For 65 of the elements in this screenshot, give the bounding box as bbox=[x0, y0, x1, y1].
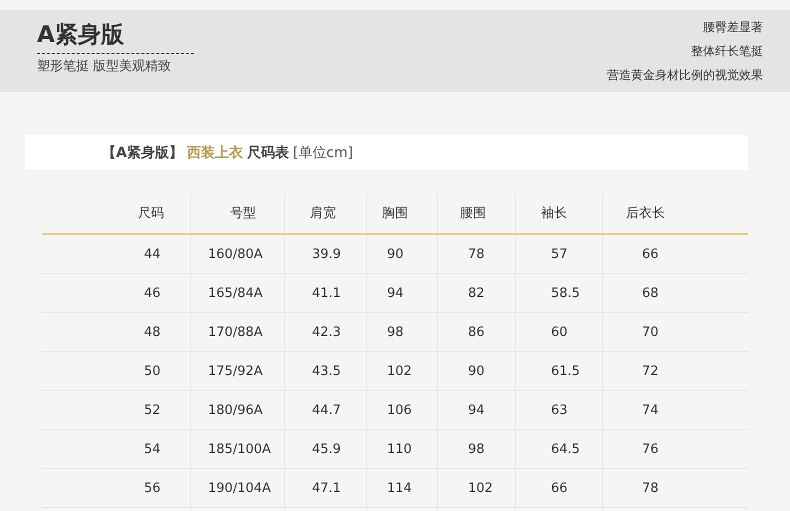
banner-title: A紧身版 bbox=[37, 21, 125, 49]
table-cell: 68 bbox=[642, 286, 659, 300]
table-cell: 86 bbox=[468, 324, 485, 340]
table-cell: 44 bbox=[144, 246, 161, 262]
table-cell: 98 bbox=[468, 442, 485, 456]
column-header: 尺码 bbox=[138, 205, 164, 222]
table-cell: 70 bbox=[642, 324, 659, 340]
product-label: 西装上衣 bbox=[186, 144, 243, 162]
table-cell: 90 bbox=[387, 246, 404, 262]
table-cell: 56 bbox=[144, 480, 161, 496]
banner-note: 整体纤长笔挺 bbox=[690, 43, 763, 60]
table-cell: 78 bbox=[468, 246, 485, 262]
table-cell: 98 bbox=[387, 324, 404, 340]
column-header: 肩宽 bbox=[310, 205, 336, 222]
table-cell: 190/104A bbox=[208, 480, 271, 496]
table-cell: 165/84A bbox=[208, 286, 263, 300]
table-cell: 47.1 bbox=[312, 480, 341, 496]
column-header: 胸围 bbox=[382, 205, 408, 222]
column-header: 号型 bbox=[230, 205, 256, 222]
banner-note: 腰臀差显著 bbox=[702, 19, 763, 36]
table-cell: 66 bbox=[551, 480, 568, 496]
table-cell: 74 bbox=[642, 402, 659, 418]
table-cell: 44.7 bbox=[312, 402, 341, 418]
table-cell: 52 bbox=[144, 402, 161, 418]
table-cell: 60 bbox=[551, 324, 568, 340]
table-cell: 48 bbox=[144, 324, 161, 340]
table-cell: 94 bbox=[387, 286, 404, 300]
table-cell: 175/92A bbox=[208, 364, 263, 378]
table-cell: 39.9 bbox=[312, 246, 341, 262]
table-cell: 50 bbox=[144, 364, 161, 378]
table-cell: 72 bbox=[642, 364, 659, 378]
table-cell: 180/96A bbox=[208, 402, 263, 418]
table-cell: 66 bbox=[642, 246, 659, 262]
banner-subtitle: 塑形笔挺 版型美观精致 bbox=[37, 58, 172, 76]
edition-label: 【A紧身版】 bbox=[102, 144, 183, 162]
table-cell: 58.5 bbox=[551, 286, 580, 300]
table-cell: 46 bbox=[144, 286, 161, 300]
table-cell: 170/88A bbox=[208, 324, 263, 340]
table-cell: 102 bbox=[387, 364, 412, 378]
table-cell: 102 bbox=[468, 480, 493, 496]
table-cell: 114 bbox=[387, 480, 412, 496]
table-cell: 90 bbox=[468, 364, 485, 378]
table-cell: 64.5 bbox=[551, 442, 580, 456]
table-cell: 82 bbox=[468, 286, 485, 300]
table-cell: 106 bbox=[387, 402, 412, 418]
table-cell: 94 bbox=[468, 402, 485, 418]
table-cell: 63 bbox=[551, 402, 568, 418]
column-header: 后衣长 bbox=[626, 205, 665, 222]
table-cell: 57 bbox=[551, 246, 568, 262]
column-header: 腰围 bbox=[460, 205, 486, 222]
table-cell: 78 bbox=[642, 480, 659, 496]
table-cell: 61.5 bbox=[551, 364, 580, 378]
unit-label: [单位cm] bbox=[292, 144, 354, 162]
table-cell: 43.5 bbox=[312, 364, 341, 378]
table-cell: 42.3 bbox=[312, 324, 341, 340]
column-header: 袖长 bbox=[541, 205, 567, 222]
table-cell: 41.1 bbox=[312, 286, 341, 300]
chart-name: 尺码表 bbox=[246, 144, 289, 162]
table-cell: 54 bbox=[144, 442, 161, 456]
table-cell: 185/100A bbox=[208, 442, 271, 456]
table-cell: 76 bbox=[642, 442, 659, 456]
table-cell: 45.9 bbox=[312, 442, 341, 456]
table-cell: 160/80A bbox=[208, 246, 263, 262]
banner-note: 营造黄金身材比例的视觉效果 bbox=[607, 67, 763, 84]
table-cell: 110 bbox=[387, 442, 412, 456]
